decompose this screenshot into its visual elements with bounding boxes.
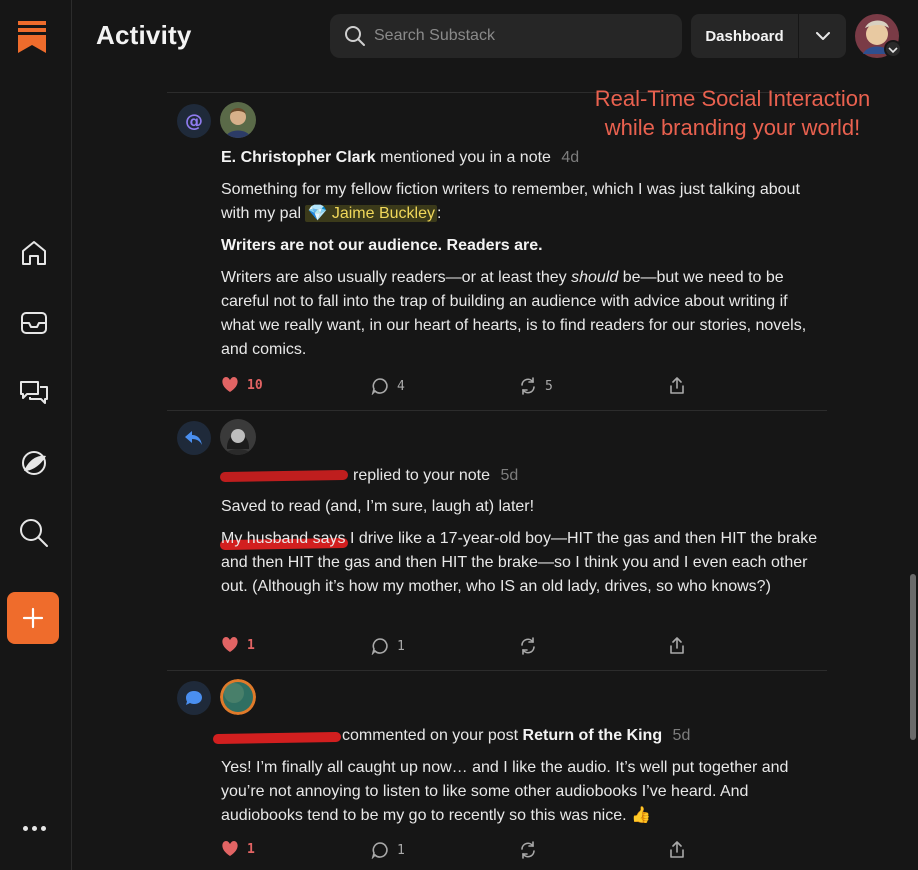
action-bar: 1 1	[221, 637, 691, 657]
comment-icon	[371, 638, 388, 655]
dashboard-button[interactable]: Dashboard	[691, 14, 799, 58]
action-bar: 10 4 5	[221, 377, 691, 397]
profile-avatar[interactable]	[855, 14, 902, 60]
note-text-bold: Writers are not our audience. Readers ar…	[221, 237, 543, 254]
like-button[interactable]: 1	[221, 637, 255, 653]
restack-icon	[521, 841, 535, 859]
note-text-italic: should	[571, 269, 619, 286]
explore-icon[interactable]	[16, 445, 52, 481]
create-new-button[interactable]	[7, 592, 59, 644]
promo-caption: Real-Time Social Interaction while brand…	[560, 84, 905, 142]
like-button[interactable]: 10	[221, 377, 263, 393]
activity-meta: E. Christopher Clark mentioned you in a …	[221, 149, 579, 167]
share-icon	[670, 377, 684, 394]
home-icon[interactable]	[16, 235, 52, 271]
chevron-down-icon	[815, 31, 830, 40]
timestamp: 5d	[672, 727, 691, 744]
share-button[interactable]	[668, 841, 686, 859]
caption-line: while branding your world!	[604, 115, 861, 140]
activity-meta: replied to your note 5d	[353, 467, 518, 485]
restack-icon	[521, 637, 535, 655]
inbox-icon[interactable]	[16, 305, 52, 341]
redaction-mark	[219, 469, 349, 483]
comment-text: Yes! I’m finally all caught up now… and …	[221, 759, 789, 824]
comment-button[interactable]: 4	[371, 377, 405, 395]
avatar[interactable]	[220, 419, 256, 455]
reply-icon	[177, 421, 211, 455]
substack-logo-icon[interactable]	[18, 21, 46, 53]
redaction-mark	[212, 731, 342, 745]
note-text: My husband says I drive like a 17-year-o…	[221, 530, 818, 595]
timestamp: 4d	[561, 149, 580, 166]
dashboard-control: Dashboard	[691, 14, 846, 58]
like-count: 10	[247, 377, 263, 393]
search-input[interactable]	[374, 14, 674, 58]
caption-line: Real-Time Social Interaction	[594, 86, 871, 111]
heart-icon	[222, 637, 238, 652]
comment-count: 1	[397, 638, 405, 654]
search-icon	[345, 26, 365, 46]
activity-meta: commented on your post Return of the Kin…	[342, 727, 690, 745]
like-count: 1	[247, 841, 255, 857]
dashboard-menu-button[interactable]	[799, 14, 846, 58]
comment-icon	[371, 842, 388, 859]
heart-icon	[222, 841, 238, 856]
share-button[interactable]	[668, 637, 686, 655]
like-button[interactable]: 1	[221, 841, 255, 857]
user-name[interactable]: E. Christopher Clark	[221, 149, 376, 166]
activity-item[interactable]: replied to your note 5d Saved to read (a…	[167, 411, 827, 670]
comment-button[interactable]: 1	[371, 841, 405, 859]
chat-icon[interactable]	[16, 375, 52, 411]
top-bar: Activity Dashboard	[73, 0, 918, 72]
activity-action: commented on your post	[342, 727, 519, 744]
restack-count: 5	[545, 378, 553, 394]
more-icon[interactable]	[20, 820, 48, 836]
page-title: Activity	[96, 20, 192, 50]
heart-icon	[222, 377, 238, 392]
comment-body: Yes! I’m finally all caught up now… and …	[221, 756, 821, 836]
comment-count: 4	[397, 378, 405, 394]
comment-type-icon	[177, 681, 211, 715]
like-count: 1	[247, 637, 255, 653]
sidebar	[0, 0, 72, 870]
restack-icon	[521, 377, 535, 395]
restack-button[interactable]	[519, 637, 537, 655]
note-body: Saved to read (and, I’m sure, laugh at) …	[221, 495, 821, 607]
activity-action: replied to your note	[353, 467, 490, 484]
avatar[interactable]	[220, 102, 256, 138]
restack-button[interactable]: 5	[519, 377, 553, 395]
search-nav-icon[interactable]	[16, 515, 52, 551]
mention-icon: @	[177, 104, 211, 138]
activity-action: mentioned you in a note	[380, 149, 551, 166]
share-icon	[670, 637, 684, 654]
comment-count: 1	[397, 842, 405, 858]
share-icon	[670, 841, 684, 858]
note-text: Writers are also usually readers—or at l…	[221, 269, 567, 286]
activity-feed: @ E. Christopher Clark mentioned you in …	[167, 72, 827, 870]
note-text: Saved to read (and, I’m sure, laugh at) …	[221, 498, 535, 515]
scrollbar[interactable]	[908, 72, 918, 870]
scrollbar-thumb[interactable]	[910, 574, 916, 740]
comment-button[interactable]: 1	[371, 637, 405, 655]
post-title-link[interactable]: Return of the King	[523, 727, 663, 744]
mention-link[interactable]: 💎 Jaime Buckley	[305, 205, 437, 222]
activity-item[interactable]: commented on your post Return of the Kin…	[167, 671, 827, 870]
restack-button[interactable]	[519, 841, 537, 859]
avatar[interactable]	[220, 679, 256, 715]
note-body: Something for my fellow fiction writers …	[221, 178, 821, 370]
note-text: :	[437, 205, 442, 222]
search-box[interactable]	[330, 14, 682, 58]
timestamp: 5d	[500, 467, 519, 484]
action-bar: 1 1	[221, 841, 691, 861]
comment-icon	[371, 378, 388, 395]
share-button[interactable]	[668, 377, 686, 395]
